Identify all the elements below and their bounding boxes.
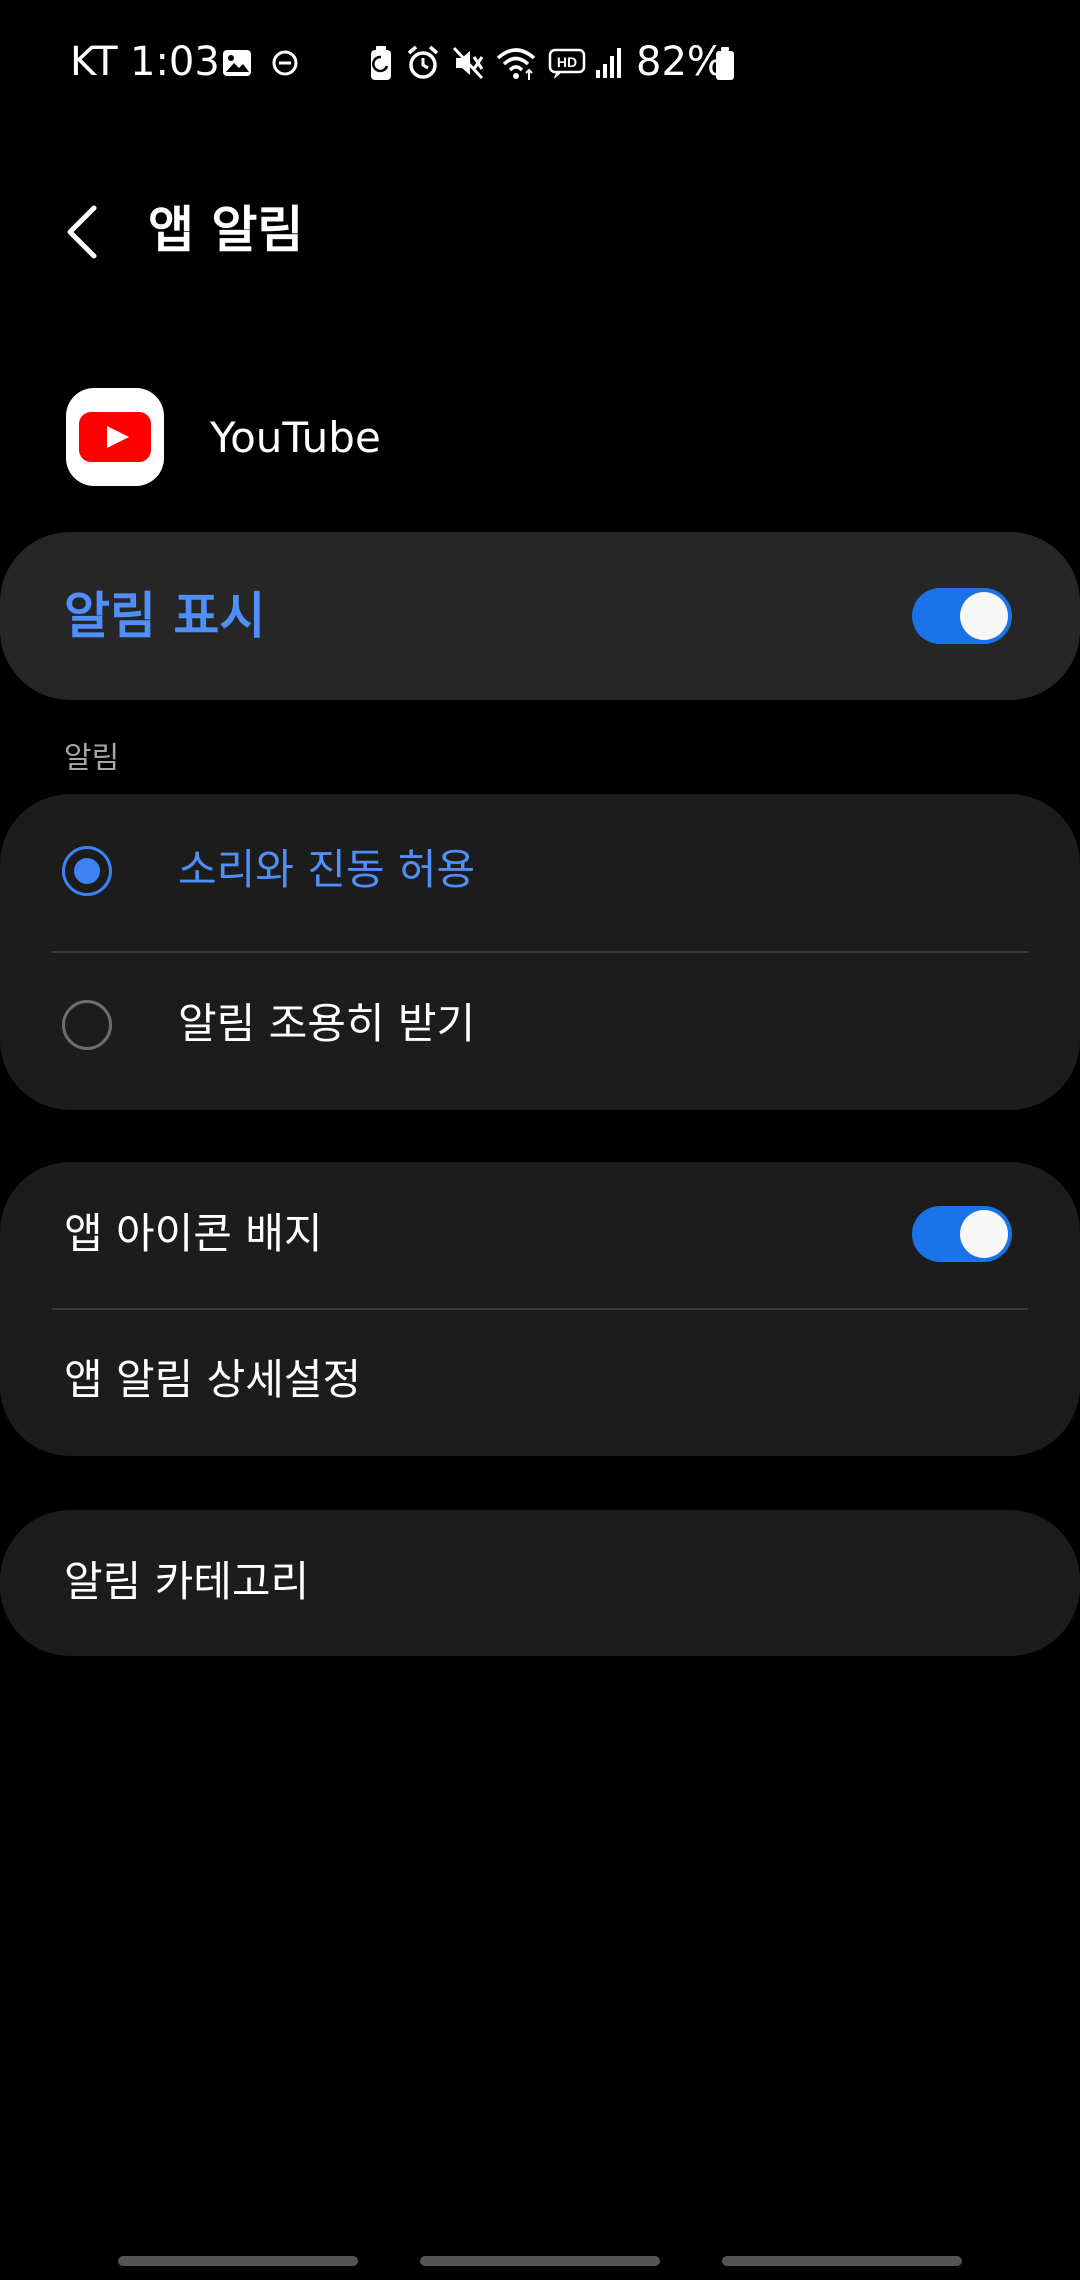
mute-icon <box>452 46 484 80</box>
toggle-knob <box>960 592 1008 640</box>
nav-home-button[interactable] <box>420 2256 660 2266</box>
app-icon-badge-row[interactable]: 앱 아이콘 배지 <box>0 1162 1080 1307</box>
youtube-icon <box>66 388 164 486</box>
wifi-icon <box>496 48 536 80</box>
alarm-icon <box>407 45 439 79</box>
battery-icon <box>716 47 734 80</box>
page-title: 앱 알림 <box>148 201 304 259</box>
show-notifications-toggle[interactable] <box>912 588 1012 644</box>
alerts-section-label: 알림 <box>64 741 120 776</box>
alert-option-label: 알림 조용히 받기 <box>178 999 476 1048</box>
dnd-icon <box>272 50 298 76</box>
app-notification-details-label: 앱 알림 상세설정 <box>64 1355 362 1404</box>
show-notifications-row[interactable]: 알림 표시 <box>0 532 1080 700</box>
show-notifications-label: 알림 표시 <box>64 587 266 645</box>
radio-unselected[interactable] <box>62 1000 112 1050</box>
badge-settings-card: 앱 아이콘 배지 앱 알림 상세설정 <box>0 1162 1080 1456</box>
hd-voice-icon: HD <box>548 48 586 79</box>
svg-text:HD: HD <box>557 54 577 70</box>
back-button[interactable] <box>60 200 104 264</box>
status-bar: KT 1:03 HD 82% <box>0 0 1080 130</box>
clock: 1:03 <box>130 39 220 85</box>
divider <box>52 951 1028 953</box>
gallery-icon <box>223 50 251 76</box>
radio-selected[interactable] <box>62 846 112 896</box>
alert-option-label: 소리와 진동 허용 <box>178 845 476 894</box>
app-icon-badge-label: 앱 아이콘 배지 <box>64 1209 323 1258</box>
app-icon-badge-toggle[interactable] <box>912 1206 1012 1262</box>
app-name: YouTube <box>210 413 381 462</box>
nav-recents-button[interactable] <box>118 2256 358 2266</box>
app-notification-details-row[interactable]: 앱 알림 상세설정 <box>0 1310 1080 1456</box>
notification-categories-row[interactable]: 알림 카테고리 <box>0 1510 1080 1656</box>
battery-percent: 82% <box>636 39 725 85</box>
alert-options-card: 소리와 진동 허용 알림 조용히 받기 <box>0 794 1080 1110</box>
carrier-label: KT <box>70 39 118 85</box>
battery-saver-icon <box>371 46 391 80</box>
notification-categories-label: 알림 카테고리 <box>64 1557 310 1606</box>
alert-option-silent[interactable]: 알림 조용히 받기 <box>0 954 1080 1110</box>
alert-option-sound-vibrate[interactable]: 소리와 진동 허용 <box>0 794 1080 950</box>
signal-icon <box>596 48 621 78</box>
nav-back-button[interactable] <box>722 2256 962 2266</box>
toggle-knob <box>960 1210 1008 1258</box>
